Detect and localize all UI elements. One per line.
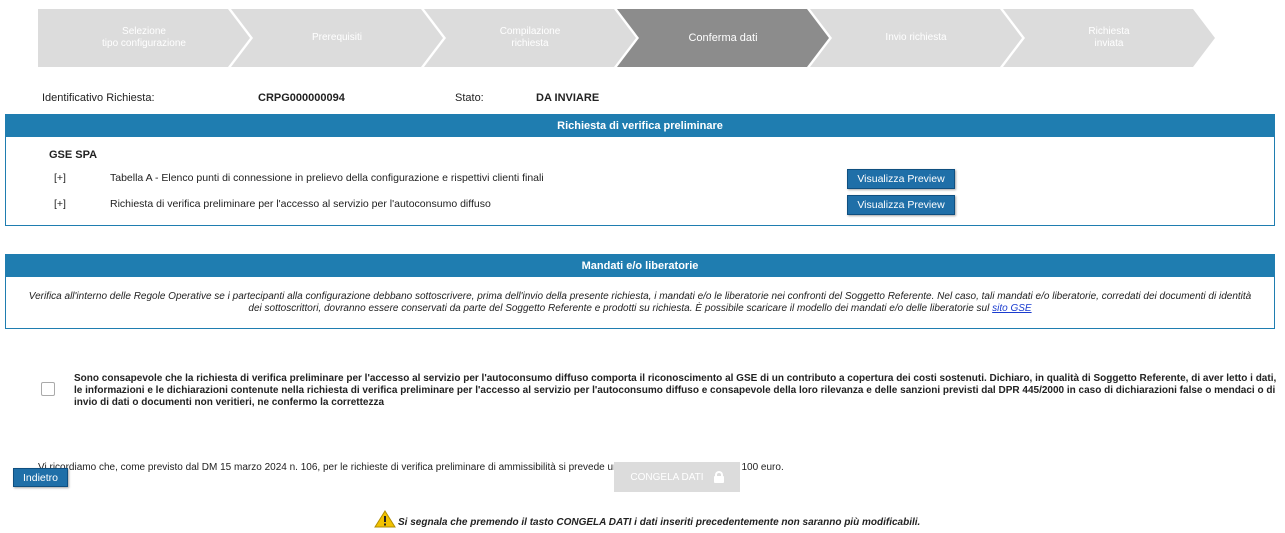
document-row: [+] Richiesta di verifica preliminare pe… [6,195,1274,215]
warning-icon [374,510,396,528]
lock-icon [713,471,724,483]
declaration-text: Sono consapevole che la richiesta di ver… [74,373,1277,408]
progress-stepper: Selezione tipo configurazione Prerequisi… [38,9,1228,67]
document-row: [+] Tabella A - Elenco punti di connessi… [6,169,1274,189]
company-name: GSE SPA [49,149,98,161]
expand-toggle[interactable]: [+] [54,198,66,210]
step-prerequisiti: Prerequisiti [231,9,443,67]
mandates-notice-text: Verifica all'interno delle Regole Operat… [28,291,1252,314]
step-label: Prerequisiti [311,32,363,43]
step-label: Selezione tipo configurazione [102,26,186,49]
back-button[interactable]: Indietro [13,468,68,487]
document-label: Richiesta di verifica preliminare per l'… [110,198,491,210]
freeze-data-label: CONGELA DATI [630,471,704,483]
step-label: Invio richiesta [885,32,947,43]
step-richiesta-inviata: Richiesta inviata [1003,9,1215,67]
mandates-notice: Verifica all'interno delle Regole Operat… [26,291,1254,315]
step-compilazione: Compilazione richiesta [424,9,636,67]
freeze-data-button[interactable]: CONGELA DATI [614,462,740,492]
mandates-panel-title: Mandati e/o liberatorie [6,255,1274,277]
gse-site-link[interactable]: sito GSE [992,303,1031,314]
step-conferma-dati: Conferma dati [617,9,829,67]
verification-panel: Richiesta di verifica preliminare GSE SP… [5,114,1275,226]
warning-text: Si segnala che premendo il tasto CONGELA… [398,517,921,528]
step-invio-richiesta: Invio richiesta [810,9,1022,67]
request-id-label: Identificativo Richiesta: [42,92,155,104]
step-selezione: Selezione tipo configurazione [38,9,250,67]
step-label: Compilazione richiesta [499,26,561,49]
request-id-value: CRPG000000094 [258,92,345,104]
step-label: Conferma dati [688,32,758,44]
preview-button[interactable]: Visualizza Preview [847,169,955,189]
step-label: Richiesta inviata [1088,26,1130,49]
freeze-warning: Si segnala che premendo il tasto CONGELA… [374,510,920,528]
status-value: DA INVIARE [536,92,600,104]
verification-panel-title: Richiesta di verifica preliminare [6,115,1274,137]
preview-button[interactable]: Visualizza Preview [847,195,955,215]
status-label: Stato: [455,92,484,104]
expand-toggle[interactable]: [+] [54,172,66,184]
mandates-panel: Mandati e/o liberatorie Verifica all'int… [5,254,1275,329]
document-label: Tabella A - Elenco punti di connessione … [110,172,544,184]
declaration-checkbox[interactable] [41,382,55,396]
